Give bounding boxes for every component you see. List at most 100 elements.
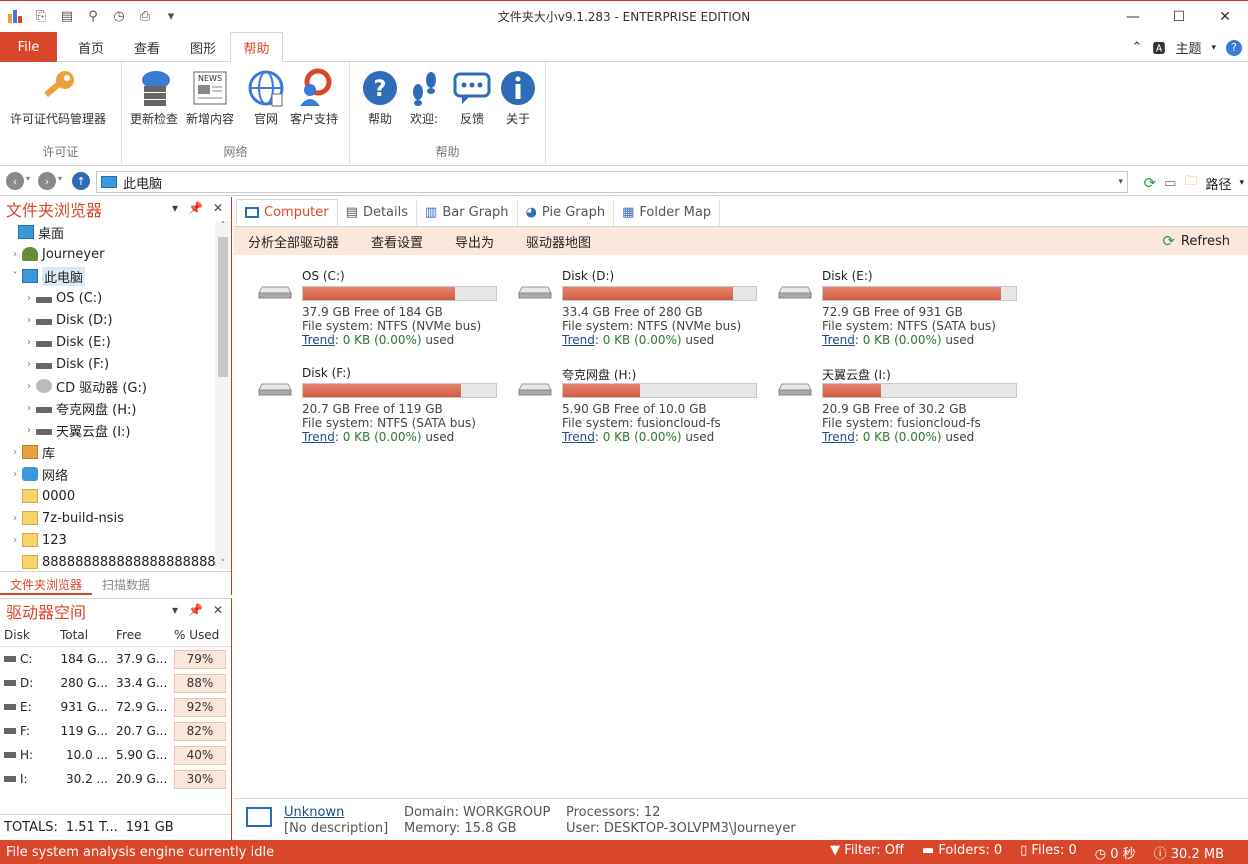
trend-link[interactable]: Trend [562, 333, 595, 347]
tree-node[interactable]: › CD 驱动器 (G:) [22, 375, 147, 397]
route-dropdown-icon[interactable]: ▾ [1239, 178, 1244, 188]
trend-link[interactable]: Trend [822, 333, 855, 347]
feedback-button[interactable]: 反馈 [452, 68, 492, 127]
drive-name[interactable]: 天翼云盘 (I:) [822, 366, 891, 383]
whats-new-button[interactable]: NEWS 新增内容 [186, 68, 234, 127]
maximize-button[interactable]: ☐ [1156, 1, 1202, 33]
drive-name[interactable]: Disk (E:) [822, 269, 873, 283]
tree-node[interactable]: › Journeyer [8, 243, 104, 265]
expand-arrow-icon[interactable]: › [22, 403, 36, 414]
tree-node[interactable]: › Disk (F:) [22, 353, 109, 375]
tree-scrollbar[interactable]: ˄ ˅ [215, 221, 231, 569]
customer-support-button[interactable]: 客户支持 [290, 68, 338, 127]
filter-status[interactable]: ▼ Filter: Off [830, 843, 904, 862]
welcome-button[interactable]: 欢迎: [404, 68, 444, 127]
up-icon[interactable]: ↑ [72, 172, 90, 190]
tab-graph[interactable]: 图形 [176, 32, 230, 62]
trend-link[interactable]: Trend [822, 430, 855, 444]
drive-card[interactable]: Disk (D:) 33.4 GB Free of 280 GB File syst… [506, 269, 757, 359]
drive-name[interactable]: Disk (D:) [562, 269, 614, 283]
view-settings-button[interactable]: 查看设置 [371, 232, 423, 251]
tab-folder-browser[interactable]: 文件夹浏览器 [0, 572, 93, 595]
collapse-ribbon-icon[interactable]: ⌃ [1132, 40, 1143, 55]
tree-node[interactable]: ˅ 此电脑 [8, 265, 86, 287]
analyze-all-drives-button[interactable]: 分析全部驱动器 [248, 232, 339, 251]
panel-dropdown-icon[interactable]: ▾ [172, 201, 178, 215]
drive-panel-close-icon[interactable]: ✕ [213, 603, 223, 617]
pin-icon[interactable]: 📌 [188, 201, 203, 215]
tree-node[interactable]: › 网络 [8, 463, 68, 485]
tab-pie-graph[interactable]: ◕ Pie Graph [518, 199, 615, 226]
trend-link[interactable]: Trend [562, 430, 595, 444]
drive-pin-icon[interactable]: 📌 [188, 603, 203, 617]
about-button[interactable]: 关于 [498, 68, 538, 127]
drive-card[interactable]: 天翼云盘 (I:) 20.9 GB Free of 30.2 GB File sys… [766, 366, 1017, 456]
file-tab[interactable]: File [0, 32, 57, 62]
expand-arrow-icon[interactable]: › [22, 359, 36, 370]
panel-close-icon[interactable]: ✕ [213, 201, 223, 215]
back-dropdown-icon[interactable]: ▾ [26, 174, 30, 183]
tree-node[interactable]: › 123 [8, 529, 67, 551]
tree-node[interactable]: › Disk (E:) [22, 331, 111, 353]
col-used[interactable]: % Used [170, 623, 228, 646]
tree-node[interactable]: › 库 [8, 441, 55, 463]
expand-arrow-icon[interactable]: ˅ [8, 271, 22, 282]
help-button[interactable]: ? 帮助 [360, 68, 400, 127]
drive-card[interactable]: 夸克网盘 (H:) 5.90 GB Free of 10.0 GB File sys… [506, 366, 757, 456]
theme-dropdown-icon[interactable]: ▾ [1211, 43, 1216, 53]
col-disk[interactable]: Disk [0, 623, 56, 646]
forward-icon[interactable]: › [38, 172, 56, 190]
tab-bar-graph[interactable]: ▥ Bar Graph [417, 199, 518, 226]
route-button[interactable]: 路径 [1205, 174, 1231, 193]
col-total[interactable]: Total [56, 623, 112, 646]
tab-home[interactable]: 首页 [64, 32, 118, 62]
expand-arrow-icon[interactable]: › [8, 513, 22, 524]
tree-node[interactable]: › 天翼云盘 (I:) [22, 419, 131, 441]
website-button[interactable]: 官网 [246, 68, 286, 127]
tab-folder-map[interactable]: ▦ Folder Map [614, 199, 721, 226]
tab-view[interactable]: 查看 [120, 32, 174, 62]
expand-arrow-icon[interactable]: › [22, 337, 36, 348]
drive-name[interactable]: Disk (F:) [302, 366, 351, 380]
drive-space-row[interactable]: C: 184 G... 37.9 G... 79% [0, 647, 231, 671]
expand-arrow-icon[interactable]: › [8, 447, 22, 458]
forward-dropdown-icon[interactable]: ▾ [58, 174, 62, 183]
help-icon[interactable]: ? [1226, 39, 1242, 56]
expand-arrow-icon[interactable]: › [8, 249, 22, 260]
drive-card[interactable]: Disk (F:) 20.7 GB Free of 119 GB File syst… [246, 366, 497, 456]
tab-scan-data[interactable]: 扫描数据 [92, 572, 160, 595]
scroll-thumb[interactable] [218, 237, 228, 377]
back-icon[interactable]: ‹ [6, 172, 24, 190]
tree-node[interactable]: 桌面 [4, 221, 64, 243]
tree-node[interactable]: › 7z-build-nsis [8, 507, 124, 529]
scroll-down-icon[interactable]: ˅ [215, 559, 231, 569]
theme-icon[interactable]: 🅰 [1152, 38, 1165, 57]
drive-space-row[interactable]: F: 119 G... 20.7 G... 82% [0, 719, 231, 743]
col-free[interactable]: Free [112, 623, 170, 646]
theme-menu[interactable]: 主题 [1175, 38, 1201, 57]
license-manager-button[interactable]: 许可证代码管理器 [10, 68, 106, 127]
drive-select-icon[interactable]: ▭ [1164, 176, 1176, 191]
tab-computer[interactable]: Computer [236, 199, 338, 226]
export-button[interactable]: 导出为 [455, 232, 494, 251]
tree-node[interactable]: › 夸克网盘 (H:) [22, 397, 136, 419]
scroll-up-icon[interactable]: ˄ [215, 221, 231, 231]
expand-arrow-icon[interactable]: › [8, 469, 22, 480]
drive-map-button[interactable]: 驱动器地图 [526, 232, 591, 251]
update-check-button[interactable]: 更新检查 [130, 68, 178, 127]
expand-arrow-icon[interactable]: › [22, 315, 36, 326]
close-button[interactable]: ✕ [1202, 1, 1248, 33]
minimize-button[interactable]: — [1110, 1, 1156, 33]
address-dropdown-icon[interactable]: ▾ [1118, 177, 1123, 187]
drive-name[interactable]: 夸克网盘 (H:) [562, 366, 636, 383]
expand-arrow-icon[interactable]: › [22, 293, 36, 304]
address-input[interactable]: 此电脑 ▾ [96, 171, 1128, 193]
expand-arrow-icon[interactable]: › [22, 425, 36, 436]
refresh-button[interactable]: ⟳ Refresh [1162, 232, 1230, 250]
tree-node[interactable]: › Disk (D:) [22, 309, 113, 331]
tab-details[interactable]: ▤ Details [338, 199, 418, 226]
trend-link[interactable]: Trend [302, 430, 335, 444]
drive-name[interactable]: OS (C:) [302, 269, 345, 283]
trend-link[interactable]: Trend [302, 333, 335, 347]
drive-space-row[interactable]: I: 30.2 ... 20.9 G... 30% [0, 767, 231, 791]
